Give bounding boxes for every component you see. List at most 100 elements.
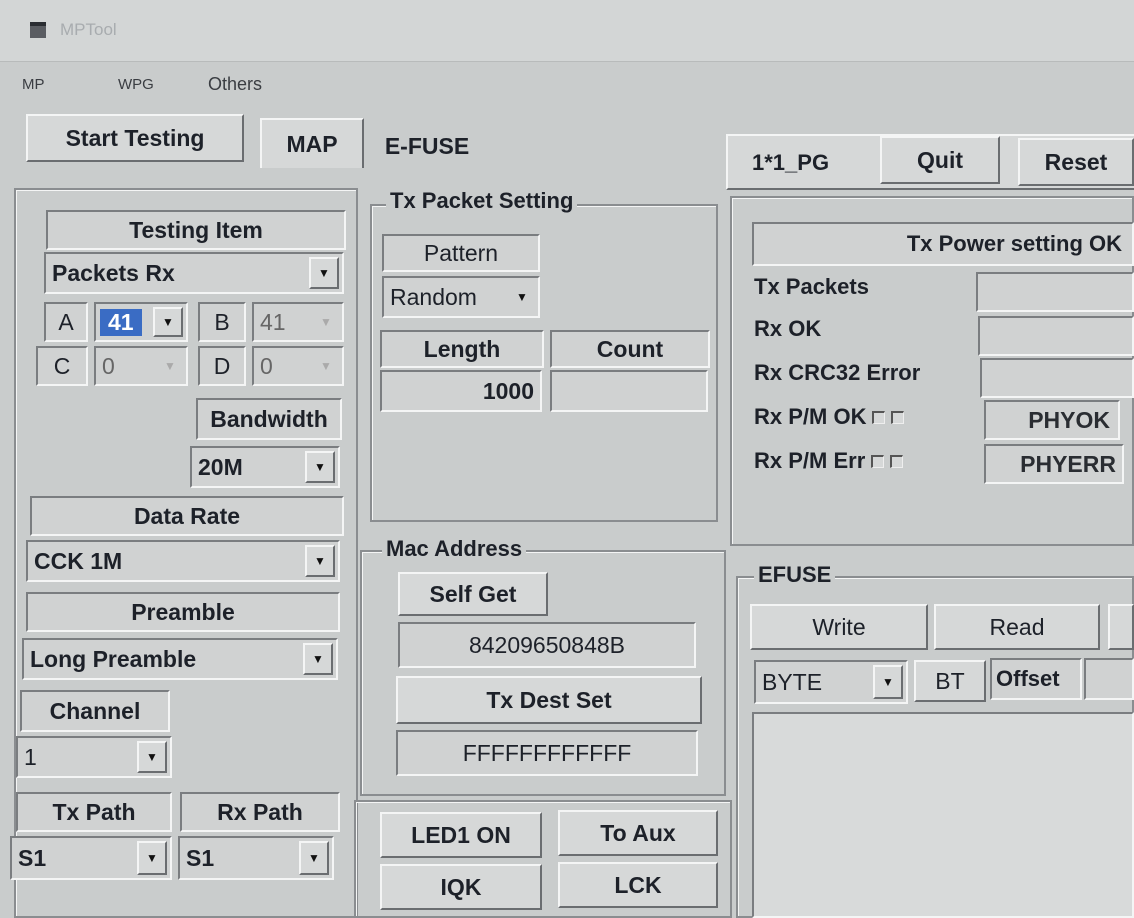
chevron-down-icon: ▼	[320, 359, 332, 373]
length-label: Length	[380, 330, 544, 368]
antenna-b-value: 41	[260, 308, 286, 335]
rx-path-select[interactable]: S1 ▼	[178, 836, 334, 880]
data-rate-label: Data Rate	[30, 496, 344, 536]
efuse-read-button[interactable]: Read	[934, 604, 1100, 650]
antenna-a-value: 41	[100, 308, 142, 336]
length-value: 1000	[482, 377, 534, 404]
chevron-down-icon: ▼	[164, 359, 176, 373]
pattern-value: Random	[390, 283, 477, 310]
efuse-mode-value: BYTE	[762, 668, 823, 695]
data-rate-value: CCK 1M	[34, 547, 123, 574]
efuse-extra-button[interactable]	[1108, 604, 1134, 650]
chevron-down-icon[interactable]: ▼	[153, 307, 183, 337]
status-message: Tx Power setting OK	[752, 222, 1134, 266]
testing-item-label: Testing Item	[46, 210, 346, 250]
iqk-button[interactable]: IQK	[380, 864, 542, 910]
dest-mac-value: FFFFFFFFFFFF	[396, 730, 698, 776]
rx-pm-err-text: Rx P/M Err	[754, 448, 866, 473]
menu-item-mp[interactable]: MP	[22, 76, 45, 93]
pattern-select[interactable]: Random ▼	[382, 276, 540, 318]
chevron-down-icon[interactable]: ▼	[299, 841, 329, 875]
antenna-c-select[interactable]: 0 ▼	[94, 346, 188, 386]
efuse-mode-select[interactable]: BYTE ▼	[754, 660, 908, 704]
tx-path-value: S1	[18, 844, 47, 871]
rx-pm-ok-label: Rx P/M OK	[754, 404, 905, 430]
tab-efuse[interactable]: E-FUSE	[372, 128, 482, 164]
led1-on-button[interactable]: LED1 ON	[380, 812, 542, 858]
rx-pm-ok-text: Rx P/M OK	[754, 404, 867, 429]
title-bar: MPTool	[0, 0, 1134, 62]
status-message-text: Tx Power setting OK	[906, 231, 1122, 256]
preamble-select[interactable]: Long Preamble ▼	[22, 638, 338, 680]
channel-value: 1	[24, 743, 37, 770]
antenna-b-label: B	[198, 302, 246, 342]
tab-1x1-pg[interactable]: 1*1_PG	[752, 150, 829, 176]
testing-item-value: Packets Rx	[52, 259, 175, 286]
antenna-a-label: A	[44, 302, 88, 342]
antenna-a-select[interactable]: 41 ▼	[94, 302, 188, 342]
antenna-b-select[interactable]: 41 ▼	[252, 302, 344, 342]
chevron-down-icon[interactable]: ▼	[873, 665, 903, 699]
menu-item-wpg[interactable]: WPG	[118, 76, 154, 93]
length-input[interactable]: 1000	[380, 370, 542, 412]
efuse-title: EFUSE	[754, 562, 836, 588]
offset-label: Offset	[990, 658, 1082, 700]
chevron-down-icon[interactable]: ▼	[309, 257, 339, 289]
rx-ok-label: Rx OK	[754, 316, 822, 341]
rx-pm-ok-checkbox-2[interactable]	[891, 410, 905, 424]
antenna-c-label: C	[36, 346, 88, 386]
antenna-d-value: 0	[260, 352, 273, 379]
tx-packets-label: Tx Packets	[754, 274, 869, 299]
bt-button[interactable]: BT	[914, 660, 986, 702]
pattern-label: Pattern	[382, 234, 540, 272]
self-get-button[interactable]: Self Get	[398, 572, 548, 616]
tx-packet-title: Tx Packet Setting	[386, 188, 578, 214]
to-aux-button[interactable]: To Aux	[558, 810, 718, 856]
bandwidth-label: Bandwidth	[196, 398, 342, 440]
lck-button[interactable]: LCK	[558, 862, 718, 908]
preamble-label: Preamble	[26, 592, 340, 632]
chevron-down-icon: ▼	[320, 315, 332, 329]
phyerr-value: PHYERR	[984, 444, 1124, 484]
testing-item-select[interactable]: Packets Rx ▼	[44, 252, 344, 294]
quit-button[interactable]: Quit	[880, 136, 1000, 184]
window-title: MPTool	[60, 20, 117, 39]
channel-label: Channel	[20, 690, 170, 732]
chevron-down-icon[interactable]: ▼	[305, 451, 335, 483]
bandwidth-value: 20M	[198, 453, 243, 480]
tx-dest-set-button[interactable]: Tx Dest Set	[396, 676, 702, 724]
rx-ok-value	[978, 316, 1134, 356]
count-label: Count	[550, 330, 710, 368]
start-testing-button[interactable]: Start Testing	[26, 114, 244, 162]
chevron-down-icon[interactable]: ▼	[137, 741, 167, 773]
rx-crc-value	[980, 358, 1134, 398]
rx-crc-label: Rx CRC32 Error	[754, 360, 921, 385]
chevron-down-icon[interactable]: ▼	[303, 643, 333, 675]
antenna-d-select[interactable]: 0 ▼	[252, 346, 344, 386]
antenna-c-value: 0	[102, 352, 115, 379]
menu-item-others[interactable]: Others	[208, 74, 262, 95]
channel-select[interactable]: 1 ▼	[16, 736, 172, 778]
count-input[interactable]	[550, 370, 708, 412]
preamble-value: Long Preamble	[30, 645, 197, 672]
mac-address-title: Mac Address	[382, 536, 527, 562]
chevron-down-icon[interactable]: ▼	[509, 281, 535, 313]
chevron-down-icon[interactable]: ▼	[305, 545, 335, 577]
rx-pm-err-checkbox-2[interactable]	[890, 454, 904, 468]
efuse-data-area[interactable]	[752, 712, 1134, 918]
tab-map[interactable]: MAP	[260, 118, 364, 168]
rx-path-label: Rx Path	[180, 792, 340, 832]
offset-input[interactable]	[1084, 658, 1134, 700]
reset-button[interactable]: Reset	[1018, 138, 1134, 186]
self-mac-value: 84209650848B	[398, 622, 696, 668]
bandwidth-select[interactable]: 20M ▼	[190, 446, 340, 488]
tx-path-select[interactable]: S1 ▼	[10, 836, 172, 880]
efuse-write-button[interactable]: Write	[750, 604, 928, 650]
chevron-down-icon[interactable]: ▼	[137, 841, 167, 875]
tx-path-label: Tx Path	[16, 792, 172, 832]
rx-pm-ok-checkbox-1[interactable]	[872, 410, 886, 424]
rx-pm-err-label: Rx P/M Err	[754, 448, 904, 474]
app-icon	[30, 22, 46, 38]
data-rate-select[interactable]: CCK 1M ▼	[26, 540, 340, 582]
rx-pm-err-checkbox-1[interactable]	[871, 454, 885, 468]
